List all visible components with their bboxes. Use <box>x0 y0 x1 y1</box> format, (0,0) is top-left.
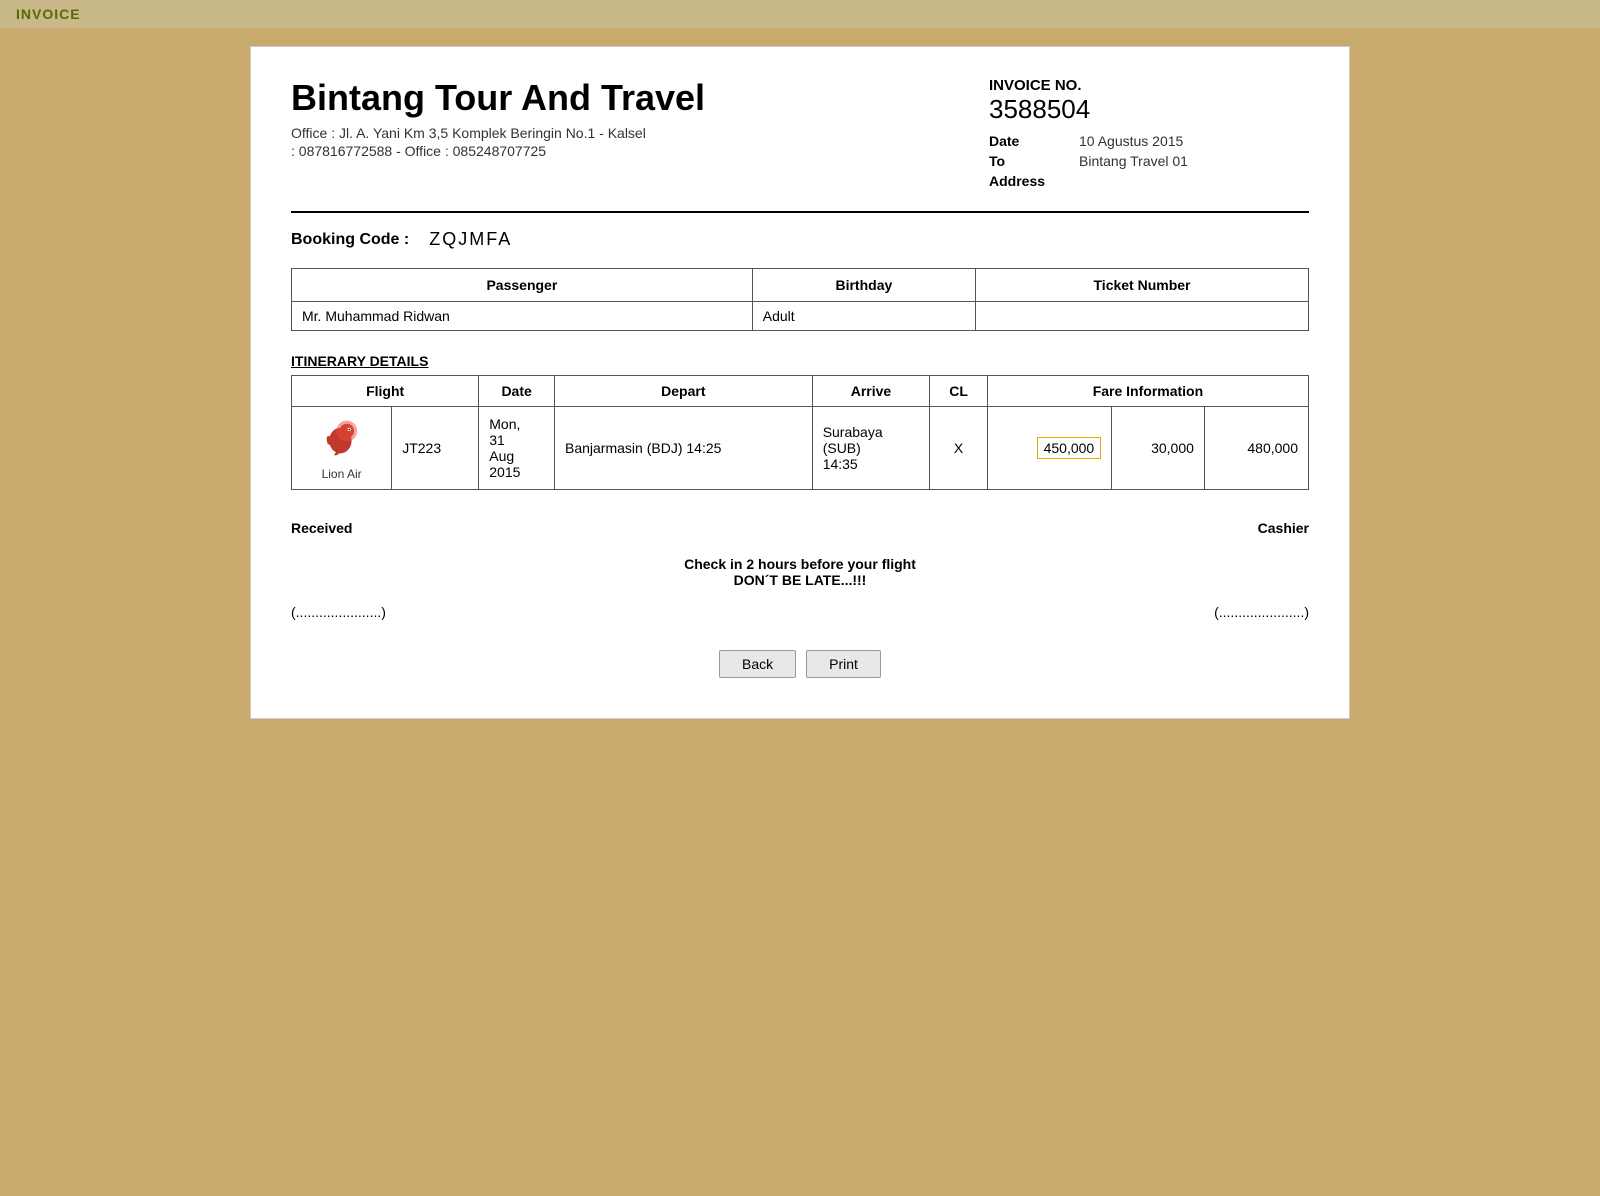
itinerary-table: Flight Date Depart Arrive CL Fare Inform… <box>291 375 1309 490</box>
airline-name-label: Lion Air <box>322 467 362 481</box>
sign-right: (......................) <box>1214 604 1309 620</box>
print-button[interactable]: Print <box>806 650 881 678</box>
invoice-date-row: Date 10 Agustus 2015 <box>989 133 1309 149</box>
address-label: Address <box>989 173 1059 189</box>
date-header: Date <box>479 376 555 407</box>
to-label: To <box>989 153 1059 169</box>
top-bar: INVOICE <box>0 0 1600 28</box>
passenger-col-header: Passenger <box>292 269 753 302</box>
header-divider <box>291 211 1309 213</box>
depart-header: Depart <box>555 376 813 407</box>
passenger-ticket <box>976 302 1309 331</box>
invoice-card: Bintang Tour And Travel Office : Jl. A. … <box>250 46 1350 719</box>
company-address: Office : Jl. A. Yani Km 3,5 Komplek Beri… <box>291 125 705 141</box>
airline-logo-cell: Lion Air <box>292 407 392 490</box>
fare3-cell: 480,000 <box>1204 407 1308 490</box>
cashier-label: Cashier <box>1258 520 1309 536</box>
received-label: Received <box>291 520 352 536</box>
passenger-table: Passenger Birthday Ticket Number Mr. Muh… <box>291 268 1309 331</box>
buttons-row: Back Print <box>291 650 1309 688</box>
fare-header: Fare Information <box>987 376 1308 407</box>
flight-header: Flight <box>292 376 479 407</box>
invoice-no-value: 3588504 <box>989 94 1309 125</box>
signature-row: Received Cashier <box>291 520 1309 536</box>
sign-lines-row: (......................) (..............… <box>291 604 1309 620</box>
fare1-cell: 450,000 <box>987 407 1111 490</box>
company-name: Bintang Tour And Travel <box>291 77 705 119</box>
invoice-to-row: To Bintang Travel 01 <box>989 153 1309 169</box>
date-label: Date <box>989 133 1059 149</box>
invoice-label: INVOICE <box>16 6 81 22</box>
arrive-header: Arrive <box>812 376 930 407</box>
invoice-no-label: INVOICE NO. <box>989 77 1309 94</box>
booking-code: ZQJMFA <box>429 229 512 250</box>
booking-label: Booking Code : <box>291 231 409 249</box>
lion-air-icon <box>318 415 366 463</box>
date-value: 10 Agustus 2015 <box>1079 133 1183 149</box>
passenger-birthday: Adult <box>752 302 975 331</box>
note-line1: Check in 2 hours before your flight <box>291 556 1309 572</box>
footer-note: Check in 2 hours before your flight DON´… <box>291 556 1309 588</box>
itinerary-row: Lion Air JT223 Mon,31Aug2015 Banjarmasin… <box>292 407 1309 490</box>
to-value: Bintang Travel 01 <box>1079 153 1188 169</box>
flight-date-cell: Mon,31Aug2015 <box>479 407 555 490</box>
booking-section: Booking Code : ZQJMFA <box>291 229 1309 250</box>
passenger-row: Mr. Muhammad Ridwan Adult <box>292 302 1309 331</box>
birthday-col-header: Birthday <box>752 269 975 302</box>
invoice-address-row: Address <box>989 173 1309 189</box>
company-phone: : 087816772588 - Office : 085248707725 <box>291 143 705 159</box>
company-info: Bintang Tour And Travel Office : Jl. A. … <box>291 77 705 161</box>
flight-number-cell: JT223 <box>392 407 479 490</box>
itinerary-label: ITINERARY DETAILS <box>291 353 1309 369</box>
ticket-col-header: Ticket Number <box>976 269 1309 302</box>
back-button[interactable]: Back <box>719 650 796 678</box>
depart-cell: Banjarmasin (BDJ) 14:25 <box>555 407 813 490</box>
lion-air-logo: Lion Air <box>302 415 381 481</box>
fare1-value: 450,000 <box>1037 437 1102 459</box>
cl-header: CL <box>930 376 988 407</box>
header-section: Bintang Tour And Travel Office : Jl. A. … <box>291 77 1309 193</box>
sign-left: (......................) <box>291 604 386 620</box>
cl-cell: X <box>930 407 988 490</box>
arrive-cell: Surabaya(SUB)14:35 <box>812 407 930 490</box>
invoice-meta: INVOICE NO. 3588504 Date 10 Agustus 2015… <box>989 77 1309 193</box>
passenger-name: Mr. Muhammad Ridwan <box>292 302 753 331</box>
note-line2: DON´T BE LATE...!!! <box>291 572 1309 588</box>
fare2-cell: 30,000 <box>1112 407 1205 490</box>
